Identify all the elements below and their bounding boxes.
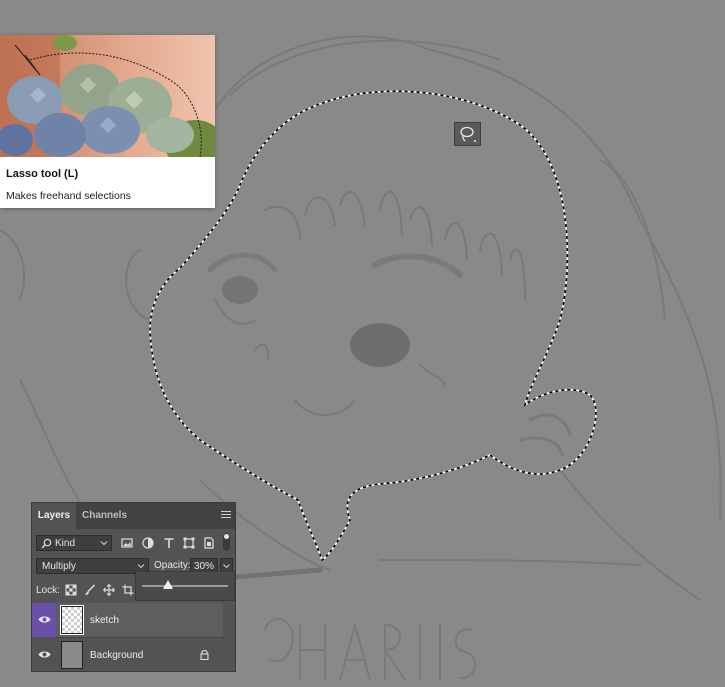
- search-icon: [41, 538, 52, 549]
- layer-thumbnail: [60, 605, 84, 635]
- shape-filter-icon[interactable]: [182, 536, 196, 550]
- filter-kind-label: Kind: [55, 538, 76, 549]
- tooltip-preview-image: [0, 35, 215, 157]
- tooltip-title: Lasso tool (L): [6, 168, 79, 180]
- layer-visibility-toggle[interactable]: [32, 603, 56, 637]
- layer-visibility-toggle[interactable]: [32, 638, 56, 672]
- opacity-label: Opacity:: [154, 560, 191, 571]
- tab-layers[interactable]: Layers: [32, 503, 76, 529]
- adjustment-filter-icon[interactable]: [141, 536, 155, 550]
- image-filter-icon[interactable]: [120, 536, 134, 550]
- chevron-down-icon: [100, 541, 108, 546]
- layer-thumbnail: [61, 641, 83, 669]
- opacity-slider-track[interactable]: [142, 585, 228, 587]
- eye-icon: [38, 616, 51, 623]
- lock-artboard-icon[interactable]: [122, 584, 134, 596]
- tab-channels[interactable]: Channels: [82, 503, 127, 529]
- lock-row: Lock:: [36, 583, 136, 599]
- filter-toggle-switch[interactable]: [223, 533, 230, 551]
- panel-tabs: Layers Channels: [32, 503, 235, 529]
- opacity-slider-popup: [135, 571, 235, 601]
- layers-panel: Layers Channels Kind Multiply Opacity: 3…: [31, 502, 236, 672]
- panel-menu-icon[interactable]: [221, 511, 231, 520]
- lock-image-icon[interactable]: [84, 584, 96, 596]
- lock-icon[interactable]: [200, 649, 209, 660]
- layer-name[interactable]: sketch: [90, 615, 119, 626]
- filter-kind-select[interactable]: Kind: [36, 535, 112, 551]
- layer-row-background[interactable]: Background: [32, 638, 223, 672]
- smart-object-filter-icon[interactable]: [202, 536, 216, 550]
- lock-label: Lock:: [36, 585, 60, 596]
- blend-mode-select[interactable]: Multiply: [36, 558, 149, 574]
- lock-position-icon[interactable]: [103, 584, 115, 596]
- tooltip-description: Makes freehand selections: [6, 190, 131, 202]
- chevron-down-icon: [137, 564, 145, 569]
- lasso-tool-tooltip: Lasso tool (L) Makes freehand selections: [0, 35, 215, 208]
- lasso-cursor-icon: [454, 122, 481, 146]
- type-filter-icon[interactable]: [162, 536, 176, 550]
- layer-row-sketch[interactable]: sketch: [32, 603, 223, 637]
- eye-icon: [38, 651, 51, 658]
- blend-mode-value: Multiply: [42, 561, 76, 572]
- opacity-slider-thumb[interactable]: [162, 580, 173, 589]
- layer-name[interactable]: Background: [90, 650, 143, 661]
- layer-filter-row: Kind: [36, 533, 231, 553]
- lock-transparent-icon[interactable]: [65, 584, 77, 596]
